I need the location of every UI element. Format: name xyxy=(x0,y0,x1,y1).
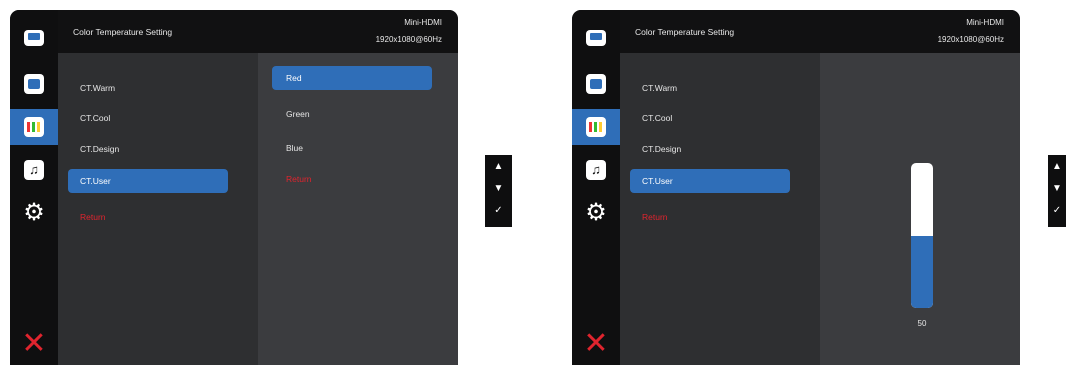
osd-header: Color Temperature Setting Mini-HDMI 1920… xyxy=(620,10,1020,53)
close-icon: ✕ xyxy=(583,327,609,360)
resolution-label: 1920x1080@60Hz xyxy=(937,35,1004,44)
menu-item-return[interactable]: Return xyxy=(630,205,790,229)
input-source: Mini-HDMI xyxy=(404,18,442,27)
page-title: Color Temperature Setting xyxy=(635,27,735,37)
submenu-item-green[interactable]: Green xyxy=(272,102,432,126)
monitor-icon xyxy=(586,30,606,46)
slider-panel: 50 xyxy=(820,53,1020,365)
submenu-item-return[interactable]: Return xyxy=(272,167,432,191)
sidebar-item-audio[interactable]: ♫ xyxy=(10,152,58,188)
sidebar-item-picture[interactable] xyxy=(572,66,620,102)
gear-icon: ⚙ xyxy=(23,199,45,226)
menu-item-ct-warm[interactable]: CT.Warm xyxy=(68,76,228,100)
submenu-item-blue[interactable]: Blue xyxy=(272,136,432,160)
color-bars-icon xyxy=(24,117,44,137)
image-icon xyxy=(24,74,44,94)
sidebar-item-display[interactable] xyxy=(572,20,620,56)
page-title: Color Temperature Setting xyxy=(73,27,173,37)
image-icon xyxy=(586,74,606,94)
sidebar-item-color[interactable] xyxy=(572,109,620,145)
navigation-keys-left: ▲ ▼ ✓ xyxy=(485,155,512,227)
menu-list: CT.Warm CT.Cool CT.Design CT.User Return xyxy=(620,53,820,365)
sidebar-item-display[interactable] xyxy=(10,20,58,56)
music-icon: ♫ xyxy=(24,160,44,180)
sidebar-item-settings[interactable]: ⚙ xyxy=(10,195,58,231)
down-arrow-icon[interactable]: ▼ xyxy=(485,183,512,195)
osd-header: Color Temperature Setting Mini-HDMI 1920… xyxy=(58,10,458,53)
submenu-item-red[interactable]: Red xyxy=(272,66,432,90)
sidebar-item-color[interactable] xyxy=(10,109,58,145)
up-arrow-icon[interactable]: ▲ xyxy=(485,161,512,173)
slider-value: 50 xyxy=(917,319,927,328)
input-source: Mini-HDMI xyxy=(966,18,1004,27)
slider-fill xyxy=(911,235,933,308)
close-icon: ✕ xyxy=(21,327,47,360)
sidebar-item-settings[interactable]: ⚙ xyxy=(572,195,620,231)
menu-item-return[interactable]: Return xyxy=(68,205,228,229)
navigation-keys-right: ▲ ▼ ✓ xyxy=(1048,155,1066,227)
up-arrow-icon[interactable]: ▲ xyxy=(1048,161,1066,173)
confirm-check-icon[interactable]: ✓ xyxy=(1048,205,1066,217)
menu-item-ct-design[interactable]: CT.Design xyxy=(630,137,790,161)
menu-list: CT.Warm CT.Cool CT.Design CT.User Return xyxy=(58,53,258,365)
resolution-label: 1920x1080@60Hz xyxy=(375,35,442,44)
sidebar: ♫ ⚙ ✕ xyxy=(10,10,58,365)
menu-item-ct-user[interactable]: CT.User xyxy=(630,169,790,193)
gear-icon: ⚙ xyxy=(585,199,607,226)
osd-window-left: ♫ ⚙ ✕ Color Temperature Setting Mini-HDM… xyxy=(10,10,458,365)
music-icon: ♫ xyxy=(586,160,606,180)
color-bars-icon xyxy=(586,117,606,137)
sidebar-item-audio[interactable]: ♫ xyxy=(572,152,620,188)
sidebar-item-exit[interactable]: ✕ xyxy=(10,326,58,362)
menu-item-ct-design[interactable]: CT.Design xyxy=(68,137,228,161)
level-slider[interactable] xyxy=(911,163,933,308)
down-arrow-icon[interactable]: ▼ xyxy=(1048,183,1066,195)
confirm-check-icon[interactable]: ✓ xyxy=(485,205,512,217)
menu-item-ct-warm[interactable]: CT.Warm xyxy=(630,76,790,100)
sidebar-item-picture[interactable] xyxy=(10,66,58,102)
submenu-list: Red Green Blue Return xyxy=(258,53,458,365)
osd-window-right: ♫ ⚙ ✕ Color Temperature Setting Mini-HDM… xyxy=(572,10,1020,365)
sidebar: ♫ ⚙ ✕ xyxy=(572,10,620,365)
menu-item-ct-user[interactable]: CT.User xyxy=(68,169,228,193)
sidebar-item-exit[interactable]: ✕ xyxy=(572,326,620,362)
monitor-icon xyxy=(24,30,44,46)
menu-item-ct-cool[interactable]: CT.Cool xyxy=(68,106,228,130)
menu-item-ct-cool[interactable]: CT.Cool xyxy=(630,106,790,130)
